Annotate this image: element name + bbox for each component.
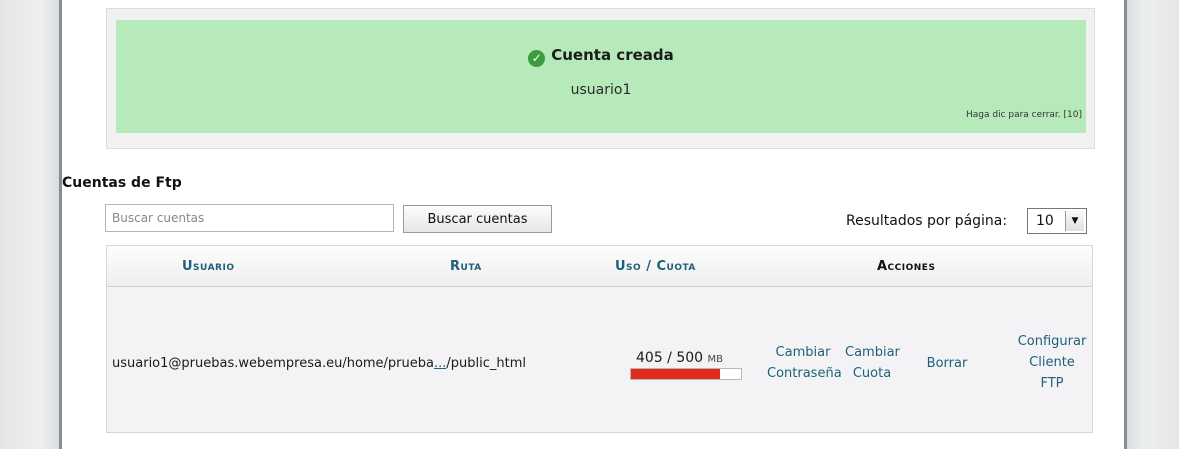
ftp-accounts-table: Usuario Ruta Uso / Cuota Acciones usuari… <box>106 245 1093 433</box>
configure-ftp-client-link[interactable]: Configurar Cliente FTP <box>1012 331 1092 394</box>
table-header: Usuario Ruta Uso / Cuota Acciones <box>107 246 1092 287</box>
column-header-uso-cuota[interactable]: Uso / Cuota <box>615 259 696 274</box>
account-path-suffix: /public_html <box>446 356 527 371</box>
change-password-line-2: Contraseña <box>767 366 842 381</box>
change-quota-link[interactable]: Cambiar Cuota <box>845 342 900 384</box>
path-expand-link[interactable]: ... <box>434 356 446 371</box>
check-circle-icon: ✓ <box>528 50 546 67</box>
section-title: Cuentas de Ftp <box>62 175 182 191</box>
results-per-page-label: Resultados por página: <box>846 213 1008 229</box>
account-path: usuario1@pruebas.webempresa.eu/home/prue… <box>112 356 526 371</box>
success-notice[interactable]: ✓ Cuenta creada usuario1 Haga dic para ce… <box>116 20 1086 133</box>
change-password-line-1: Cambiar <box>775 345 831 360</box>
search-input[interactable] <box>105 204 394 232</box>
usage-quota-text: 405 / 500 MB <box>636 350 723 366</box>
usage-value: 405 / 500 <box>636 350 704 366</box>
left-page-gutter <box>0 0 62 449</box>
delete-link[interactable]: Borrar <box>922 353 972 374</box>
column-header-ruta[interactable]: Ruta <box>450 259 482 274</box>
column-header-acciones: Acciones <box>877 259 936 274</box>
right-page-gutter <box>1124 0 1179 449</box>
notice-close-link[interactable]: Haga dic para cerrar. [10] <box>966 110 1082 120</box>
change-password-link[interactable]: Cambiar Contraseña <box>767 342 842 384</box>
usage-bar-fill <box>631 369 721 379</box>
search-button[interactable]: Buscar cuentas <box>403 205 552 233</box>
notice-username: usuario1 <box>570 82 632 98</box>
results-per-page-value: 10 <box>1036 213 1054 229</box>
usage-bar <box>630 368 742 380</box>
change-quota-line-2: Cuota <box>852 366 892 381</box>
notice-title: ✓ Cuenta creada <box>116 46 1086 67</box>
column-header-usuario[interactable]: Usuario <box>182 259 234 274</box>
account-path-prefix: usuario1@pruebas.webempresa.eu/home/prue… <box>112 356 434 371</box>
configure-line-3: FTP <box>1040 376 1064 391</box>
dropdown-arrow-icon[interactable]: ▼ <box>1065 211 1084 231</box>
configure-line-2: Cliente <box>1029 355 1075 370</box>
notice-title-text: Cuenta creada <box>551 46 674 64</box>
configure-line-1: Configurar <box>1017 334 1087 349</box>
change-quota-line-1: Cambiar <box>845 345 900 360</box>
usage-unit: MB <box>707 354 724 365</box>
results-per-page-select[interactable]: 10 ▼ <box>1027 208 1087 234</box>
